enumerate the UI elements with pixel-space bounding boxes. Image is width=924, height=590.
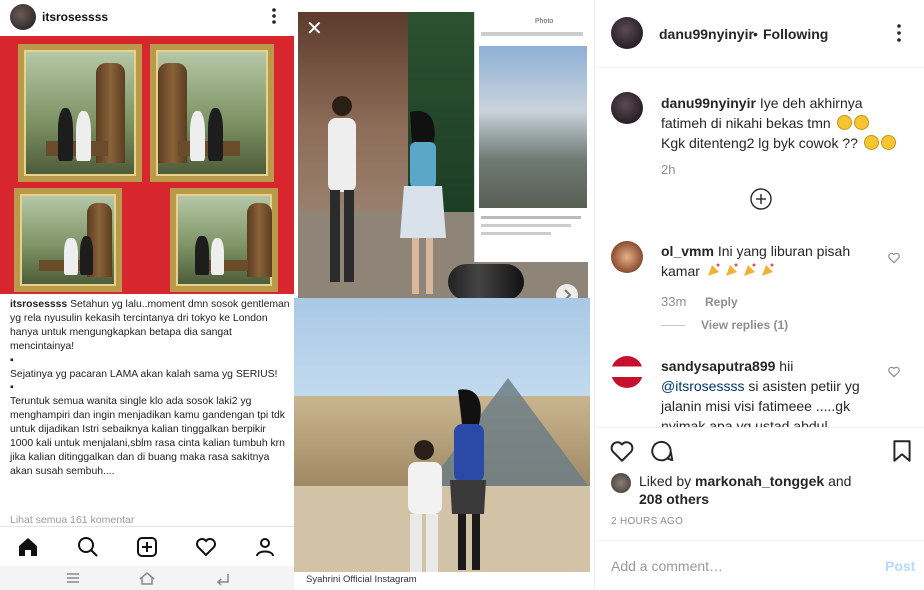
menu-icon	[64, 570, 82, 586]
main-comment: danu99nyinyir Iye deh akhirnya fatimeh d…	[661, 93, 897, 153]
woman-figure	[450, 389, 486, 570]
woman-figure	[400, 110, 446, 294]
comment-input[interactable]	[611, 555, 861, 577]
liker-avatar[interactable]	[611, 473, 631, 493]
comment-icon[interactable]	[649, 438, 675, 464]
more-options-icon[interactable]	[891, 22, 907, 44]
author-avatar[interactable]	[611, 92, 643, 124]
caption-line: Sejatinya yg pacaran LAMA akan kalah sam…	[10, 368, 278, 380]
add-comment-bar: Post	[595, 540, 924, 590]
reply-button[interactable]: Reply	[705, 295, 738, 309]
load-more-comments-icon[interactable]	[749, 187, 773, 211]
comment-username[interactable]: sandysaputra899	[661, 358, 775, 374]
camera-lens	[448, 264, 524, 298]
commenter-avatar[interactable]	[611, 241, 643, 273]
action-bar	[595, 427, 924, 471]
party-popper-icon	[743, 263, 756, 276]
phone-caption: itsrosessss Setahun yg lalu..moment dmn …	[10, 298, 290, 479]
close-icon: ✕	[306, 18, 323, 40]
liked-by-label: Liked by	[639, 473, 692, 489]
comment-item: sandysaputra899 hii @itsrosessss si asis…	[661, 356, 881, 427]
caption-username: itsrosessss	[10, 299, 68, 310]
frame-photo	[14, 188, 122, 292]
post-comment-button[interactable]: Post	[885, 558, 915, 574]
like-comment-icon[interactable]	[887, 365, 901, 379]
likes-summary: Liked by markonah_tonggek and 208 others	[611, 472, 911, 508]
frame-photo	[18, 44, 142, 182]
view-all-comments: Lihat semua 161 komentar	[10, 514, 135, 526]
man-figure	[328, 96, 356, 282]
phone-screenshot: itsrosessss itsrosessss Setahun yg lalu.…	[0, 0, 294, 590]
caption-line: Teruntuk semua wanita single klo ada sos…	[10, 396, 285, 477]
more-options-icon	[268, 6, 280, 26]
view-replies-button[interactable]: View replies (1)	[701, 318, 788, 332]
frame-photo	[150, 44, 274, 182]
louvre-photo	[294, 298, 590, 572]
phone-nav-bar	[0, 526, 294, 566]
grin-emoji-icon	[863, 135, 879, 150]
phone-header: itsrosessss	[0, 0, 294, 34]
home-outline-icon	[138, 570, 156, 586]
post-timestamp[interactable]: 2 HOURS AGO	[611, 516, 683, 527]
like-heart-icon[interactable]	[609, 438, 635, 464]
photo-credit: Syahrini Official Instagram	[306, 574, 417, 585]
author-username[interactable]: danu99nyinyir	[659, 26, 754, 42]
replies-divider	[661, 325, 685, 326]
comment-username[interactable]: danu99nyinyir	[661, 95, 756, 111]
comments-list[interactable]: danu99nyinyir Iye deh akhirnya fatimeh d…	[595, 69, 924, 427]
post-image[interactable]: itsrosessss itsrosessss Setahun yg lalu.…	[0, 0, 594, 590]
back-icon	[214, 570, 232, 586]
search-icon	[76, 535, 100, 559]
comment-text: hii	[779, 358, 794, 374]
comment-item: ol_vmm Ini yang liburan pisah kamar	[661, 241, 881, 281]
liked-by-user[interactable]: markonah_tonggek	[695, 473, 824, 489]
grin-emoji-icon	[880, 135, 896, 150]
following-button[interactable]: Following	[763, 26, 828, 42]
system-nav-bar	[0, 566, 294, 590]
bookmark-icon[interactable]	[889, 438, 915, 464]
like-comment-icon[interactable]	[887, 251, 901, 265]
liked-by-and: and	[828, 473, 852, 489]
inner-photo	[479, 46, 587, 208]
mention-link[interactable]: @itsrosessss	[661, 378, 744, 394]
grin-emoji-icon	[836, 115, 852, 130]
separator-dot: •	[753, 26, 758, 42]
new-post-icon	[135, 535, 159, 559]
author-avatar[interactable]	[611, 17, 643, 49]
liked-by-others[interactable]: 208 others	[639, 491, 709, 507]
home-icon	[16, 535, 40, 559]
commenter-avatar[interactable]	[611, 356, 643, 388]
phone-username: itsrosessss	[42, 10, 109, 24]
phone-avatar	[10, 4, 36, 30]
caption-line: ▪	[10, 354, 14, 366]
post-header: danu99nyinyir • Following	[595, 0, 924, 68]
heart-icon	[194, 535, 218, 559]
party-popper-icon	[707, 263, 720, 276]
party-popper-icon	[761, 263, 774, 276]
frame-photo	[170, 188, 278, 292]
party-popper-icon	[725, 263, 738, 276]
grin-emoji-icon	[853, 115, 869, 130]
comment-time: 2h	[661, 162, 676, 177]
comment-text: Kgk ditenteng2 lg byk cowok ??	[661, 135, 858, 151]
comment-username[interactable]: ol_vmm	[661, 243, 714, 259]
profile-icon	[253, 535, 277, 559]
street-photo: Photo ✕	[298, 12, 588, 298]
comment-time: 33m	[661, 294, 687, 309]
post-sidebar: danu99nyinyir • Following danu99nyinyir …	[594, 0, 924, 590]
caption-line: ▪	[10, 382, 14, 394]
inner-top-label: Photo	[535, 18, 554, 25]
inner-screenshot: Photo	[474, 12, 588, 262]
framed-photo-collage	[0, 36, 294, 294]
